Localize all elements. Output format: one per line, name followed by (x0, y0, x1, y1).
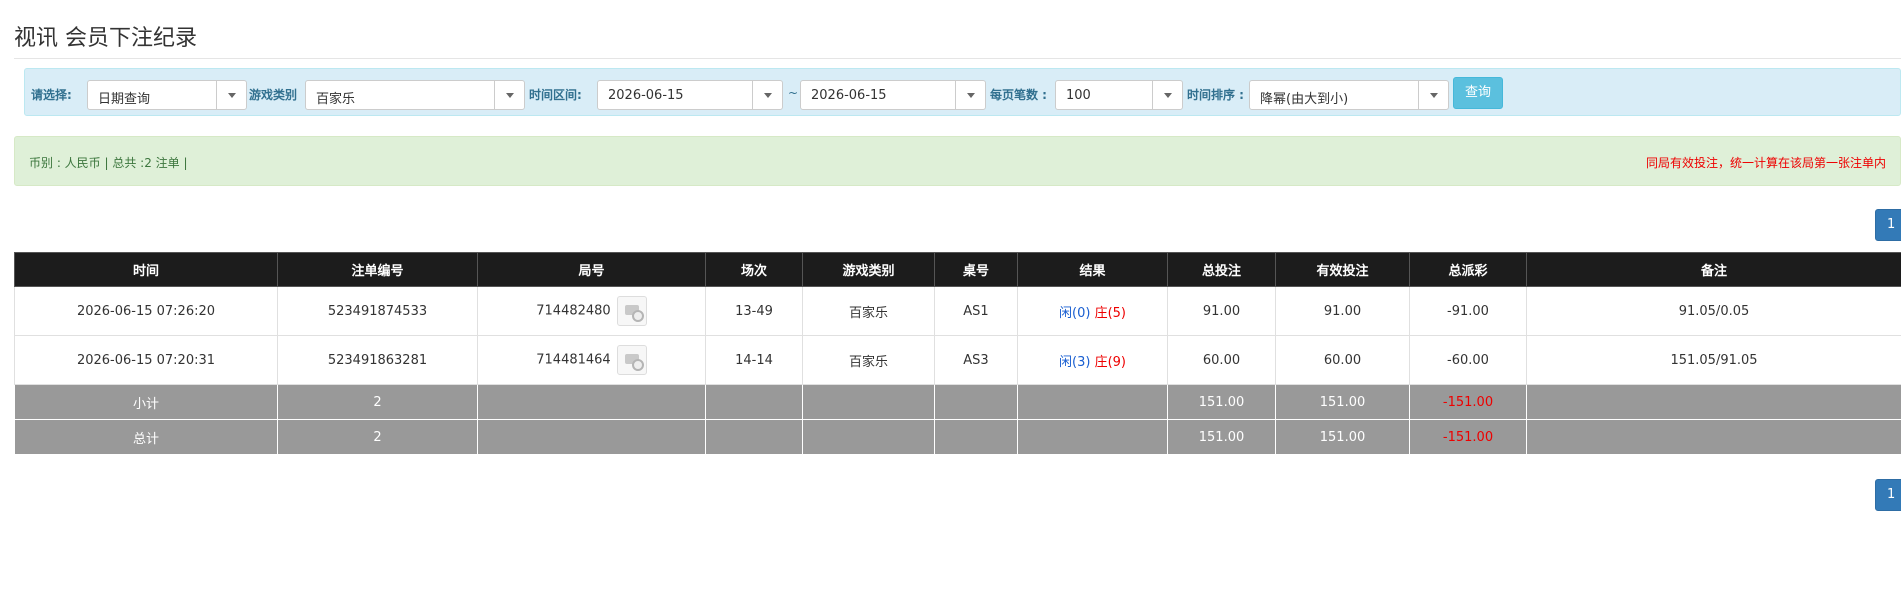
page-title: 视讯 会员下注纪录 (14, 26, 197, 51)
pagination-page-top[interactable]: 1 (1875, 209, 1901, 241)
sort-select[interactable]: 降幂(由大到小) (1249, 80, 1449, 110)
column-header: 总派彩 (1409, 252, 1527, 287)
subtotal-row: 小计 2 151.00 151.00 -151.00 (14, 384, 1901, 420)
range-separator: ~ (788, 86, 799, 100)
chevron-down-icon (752, 81, 782, 109)
bet-records-table: 时间 注单编号 局号 场次 游戏类别 桌号 结果 总投注 有效投注 总派彩 备注… (14, 252, 1901, 455)
chevron-down-icon (955, 81, 985, 109)
round-id: 714482480 (536, 303, 611, 319)
column-header: 游戏类别 (802, 252, 935, 287)
result-player: 闲(0) (1059, 305, 1091, 321)
result-player: 闲(3) (1059, 354, 1091, 370)
sort-label: 时间排序 : (1187, 88, 1244, 102)
notice-text: 同局有效投注，统一计算在该局第一张注单内 (1645, 156, 1886, 170)
bet-id: 523491874533 (277, 286, 478, 336)
column-header: 备注 (1526, 252, 1901, 287)
grand-total-valid-bet: 151.00 (1275, 419, 1410, 455)
date-from-value: 2026-06-15 (608, 88, 684, 103)
round-id: 714481464 (536, 352, 611, 368)
payout: -91.00 (1409, 286, 1527, 336)
title-divider (14, 58, 1901, 59)
filter-bar: 请选择: 日期查询 游戏类别 百家乐 时间区间: 2026-06-15 ~ 20… (24, 68, 1901, 116)
column-header: 局号 (477, 252, 706, 287)
info-bar: 币别 : 人民币 | 总共 :2 注单 | 同局有效投注，统一计算在该局第一张注… (14, 136, 1901, 186)
table-header-row: 时间 注单编号 局号 场次 游戏类别 桌号 结果 总投注 有效投注 总派彩 备注 (14, 252, 1901, 287)
summary-info: 币别 : 人民币 | 总共 :2 注单 | (29, 156, 188, 170)
chevron-down-icon (1152, 81, 1182, 109)
table-row: 2026-06-15 07:20:31 523491863281 7144814… (14, 335, 1901, 385)
date-from-select[interactable]: 2026-06-15 (597, 80, 783, 110)
game-type-label: 游戏类别 (249, 88, 298, 102)
column-header: 有效投注 (1275, 252, 1410, 287)
result-banker: 庄(5) (1094, 305, 1126, 321)
table-no: AS3 (934, 335, 1018, 385)
subtotal-label: 小计 (14, 384, 278, 420)
grand-total-payout: -151.00 (1409, 419, 1527, 455)
pagination-page-bottom[interactable]: 1 (1875, 479, 1901, 511)
remark: 151.05/91.05 (1526, 335, 1901, 385)
round-id-cell: 714482480 (477, 286, 706, 336)
bet-id: 523491863281 (277, 335, 478, 385)
session: 14-14 (705, 335, 803, 385)
column-header: 总投注 (1167, 252, 1276, 287)
subtotal-payout: -151.00 (1409, 384, 1527, 420)
per-page-value: 100 (1066, 88, 1091, 103)
valid-bet: 60.00 (1275, 335, 1410, 385)
per-page-select[interactable]: 100 (1055, 80, 1183, 110)
date-query-value: 日期查询 (98, 92, 151, 107)
per-page-label: 每页笔数 : (990, 88, 1047, 102)
subtotal-total-bet: 151.00 (1167, 384, 1276, 420)
result-banker: 庄(9) (1094, 354, 1126, 370)
subtotal-valid-bet: 151.00 (1275, 384, 1410, 420)
sort-value: 降幂(由大到小) (1260, 92, 1349, 107)
game-type: 百家乐 (802, 286, 935, 336)
table-no: AS1 (934, 286, 1018, 336)
column-header: 桌号 (934, 252, 1018, 287)
column-header: 注单编号 (277, 252, 478, 287)
remark: 91.05/0.05 (1526, 286, 1901, 336)
bet-time: 2026-06-15 07:26:20 (14, 286, 278, 336)
payout: -60.00 (1409, 335, 1527, 385)
result-cell: 闲(0) 庄(5) (1017, 286, 1168, 336)
select-label: 请选择: (31, 88, 72, 102)
total-bet: 91.00 (1167, 286, 1276, 336)
round-id-cell: 714481464 (477, 335, 706, 385)
game-type: 百家乐 (802, 335, 935, 385)
date-query-select[interactable]: 日期查询 (87, 80, 247, 110)
column-header: 结果 (1017, 252, 1168, 287)
chevron-down-icon (216, 81, 246, 109)
grand-total-total-bet: 151.00 (1167, 419, 1276, 455)
session: 13-49 (705, 286, 803, 336)
date-to-value: 2026-06-15 (811, 88, 887, 103)
column-header: 时间 (14, 252, 278, 287)
subtotal-count: 2 (277, 384, 478, 420)
grand-total-label: 总计 (14, 419, 278, 455)
valid-bet: 91.00 (1275, 286, 1410, 336)
time-range-label: 时间区间: (529, 88, 582, 102)
result-cell: 闲(3) 庄(9) (1017, 335, 1168, 385)
round-detail-icon[interactable] (616, 345, 647, 375)
game-type-value: 百家乐 (316, 92, 356, 107)
round-detail-icon[interactable] (616, 296, 647, 326)
bet-time: 2026-06-15 07:20:31 (14, 335, 278, 385)
chevron-down-icon (1418, 81, 1448, 109)
date-to-select[interactable]: 2026-06-15 (800, 80, 986, 110)
grand-total-count: 2 (277, 419, 478, 455)
table-row: 2026-06-15 07:26:20 523491874533 7144824… (14, 286, 1901, 336)
chevron-down-icon (494, 81, 524, 109)
total-bet: 60.00 (1167, 335, 1276, 385)
column-header: 场次 (705, 252, 803, 287)
grand-total-row: 总计 2 151.00 151.00 -151.00 (14, 419, 1901, 455)
game-type-select[interactable]: 百家乐 (305, 80, 525, 110)
query-button[interactable]: 查询 (1453, 77, 1503, 109)
